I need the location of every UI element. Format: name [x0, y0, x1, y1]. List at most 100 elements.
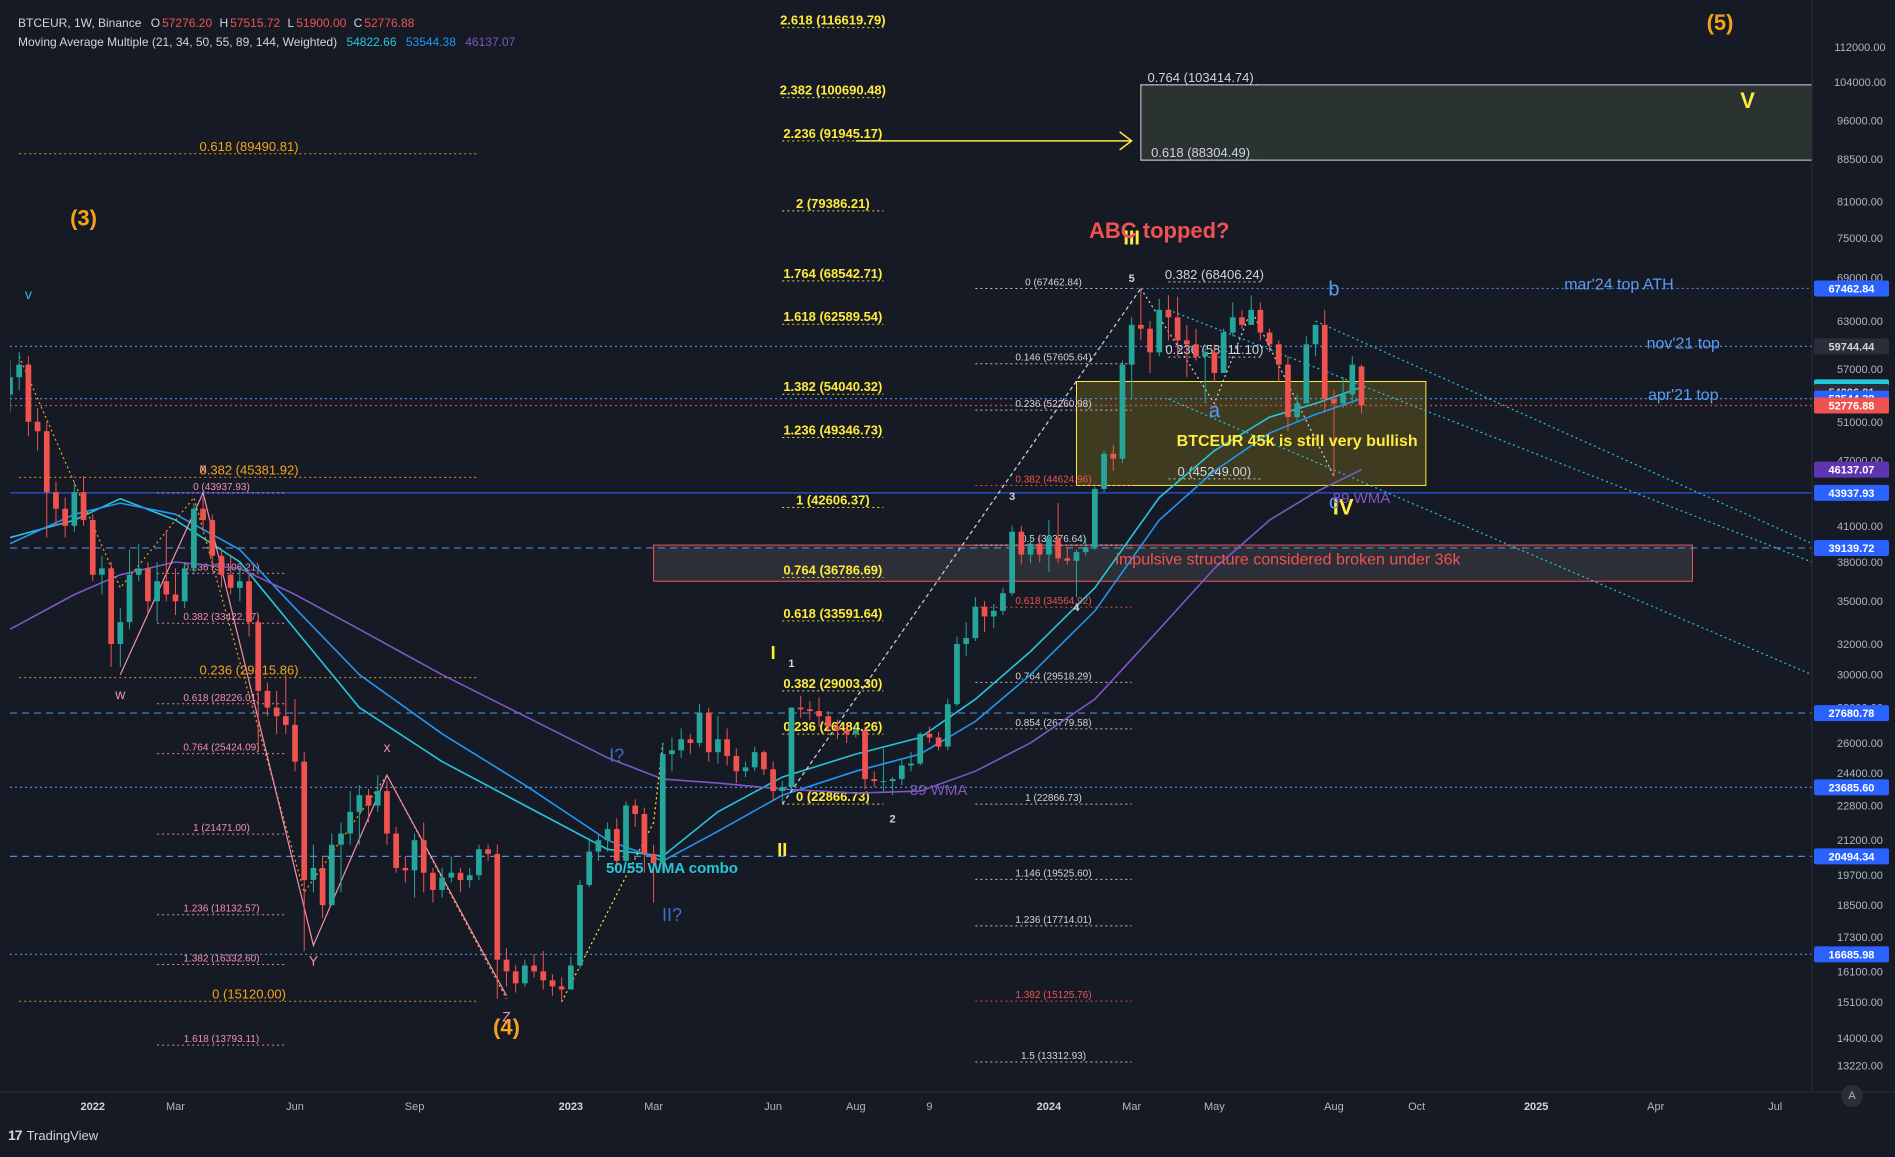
annotation-label-13: V [1740, 88, 1755, 113]
candle-body-73 [678, 739, 685, 751]
candle-body-138 [1275, 344, 1282, 365]
auto-scale-button[interactable]: A [1841, 1085, 1863, 1107]
y-tick-label-15: 32000.00 [1837, 639, 1883, 651]
candle-body-72 [669, 750, 675, 755]
candle-body-85 [788, 707, 795, 788]
y-tick-label-8: 63000.00 [1837, 316, 1883, 328]
candle-body-141 [1303, 344, 1310, 404]
fib-level-label-2: 2.236 (91945.17) [783, 126, 882, 141]
candle-body-104 [963, 638, 970, 644]
price-tag-label-12: 16685.98 [1829, 949, 1875, 961]
annotation-label-5: w [114, 686, 126, 702]
price-tag-label-7: 43937.93 [1829, 488, 1875, 500]
candle-body-143 [1321, 324, 1328, 399]
fib-level-label-24: 1.236 (18132.57) [183, 904, 259, 915]
candle-body-35 [328, 844, 335, 906]
candle-body-108 [1000, 593, 1006, 611]
fib-level-label-1: 2.382 (100690.48) [780, 83, 886, 98]
candle-body-111 [1027, 543, 1034, 555]
candle-body-11 [108, 568, 114, 644]
chart-window: { "header": { "symbol_line": "BTCEUR, 1W… [0, 0, 1895, 1157]
y-tick-label-2: 104000.00 [1834, 77, 1886, 89]
fib-level-label-40: 0.764 (103414.74) [1147, 70, 1253, 85]
price-tag-label-5: 52776.88 [1829, 400, 1875, 412]
annotation-label-0: (3) [70, 205, 97, 230]
candle-body-135 [1248, 309, 1255, 325]
fib-level-label-30: 0.382 (44624.96) [1015, 474, 1091, 485]
candle-body-9 [89, 520, 96, 575]
fib-level-label-3: 2 (79386.21) [796, 196, 870, 211]
candle-body-6 [62, 508, 69, 526]
candle-body-97 [898, 765, 905, 780]
candle-body-123 [1137, 324, 1144, 329]
price-tag-label-9: 27680.78 [1829, 708, 1875, 720]
candle-body-32 [301, 761, 308, 881]
y-tick-label-10: 51000.00 [1837, 417, 1883, 429]
candle-body-1 [16, 364, 23, 378]
candle-body-41 [384, 791, 390, 834]
candle-body-15 [145, 568, 151, 602]
x-tick-label-13: Oct [1408, 1101, 1425, 1113]
price-tag-label-11: 20494.34 [1829, 851, 1876, 863]
y-tick-label-13: 38000.00 [1837, 557, 1883, 569]
candle-body-47 [439, 877, 445, 890]
fib-level-label-5: 1.618 (62589.54) [783, 309, 882, 324]
annotation-label-14: I? [609, 746, 624, 766]
candle-body-28 [264, 690, 271, 708]
candle-body-122 [1128, 324, 1135, 365]
candle-body-120 [1110, 453, 1117, 459]
candle-body-132 [1220, 332, 1227, 373]
tradingview-logo[interactable]: 17 TradingView [8, 1127, 98, 1143]
annotation-label-2: (5) [1707, 10, 1734, 35]
candle-body-17 [163, 581, 170, 595]
x-tick-label-3: Sep [405, 1101, 425, 1113]
candle-body-113 [1046, 537, 1052, 555]
candle-body-60 [558, 986, 565, 990]
y-tick-label-26: 15100.00 [1837, 997, 1883, 1009]
candle-body-129 [1193, 344, 1199, 357]
candle-body-42 [393, 833, 399, 868]
annotation-label-10: II [777, 840, 787, 860]
fib-level-label-6: 1.382 (54040.32) [783, 379, 882, 394]
candle-body-79 [733, 755, 740, 772]
annotation-label-16: 1 [788, 658, 794, 670]
candle-body-115 [1064, 558, 1071, 561]
candle-body-40 [374, 791, 381, 806]
candle-body-39 [365, 795, 372, 806]
candle-body-66 [613, 829, 620, 861]
x-tick-label-6: Jun [764, 1101, 782, 1113]
chart-canvas[interactable]: 2.618 (116619.79) 2.382 (100690.48) 2.236 … [0, 0, 1895, 1157]
fib-level-label-23: 1 (21471.00) [193, 823, 250, 834]
candle-body-142 [1312, 324, 1319, 345]
candle-body-91 [843, 730, 850, 734]
candle-body-76 [705, 712, 712, 753]
candle-body-114 [1055, 537, 1061, 559]
candle-body-25 [236, 581, 243, 588]
x-tick-label-12: Aug [1324, 1101, 1344, 1113]
candle-body-27 [255, 622, 262, 691]
candle-body-63 [586, 851, 593, 885]
candle-body-48 [448, 872, 455, 878]
candle-body-51 [476, 849, 482, 876]
y-tick-label-16: 30000.00 [1837, 670, 1883, 682]
fib-level-label-11: 0.382 (29003.30) [783, 676, 882, 691]
candle-body-20 [191, 508, 197, 569]
candle-body-36 [338, 833, 344, 845]
plot-area: 2.618 (116619.79) 2.382 (100690.48) 2.236 … [10, 10, 1812, 1063]
x-tick-label-10: Mar [1122, 1101, 1141, 1113]
x-tick-label-9: 2024 [1037, 1101, 1062, 1113]
candle-body-119 [1101, 453, 1107, 489]
candle-body-21 [200, 508, 206, 521]
price-tag-label-1: 59744.44 [1829, 341, 1876, 353]
annotation-label-31: 89 WMA [1333, 490, 1391, 507]
candle-body-50 [466, 875, 473, 881]
y-tick-label-9: 57000.00 [1837, 364, 1883, 376]
candle-body-90 [834, 726, 841, 731]
candle-body-99 [917, 733, 924, 764]
candle-body-93 [862, 730, 868, 780]
candle-body-136 [1257, 309, 1264, 333]
candle-body-16 [154, 581, 160, 602]
candle-body-75 [696, 712, 703, 743]
annotation-label-28: nov'21 top [1647, 335, 1720, 352]
y-tick-label-28: 13220.00 [1837, 1060, 1883, 1072]
